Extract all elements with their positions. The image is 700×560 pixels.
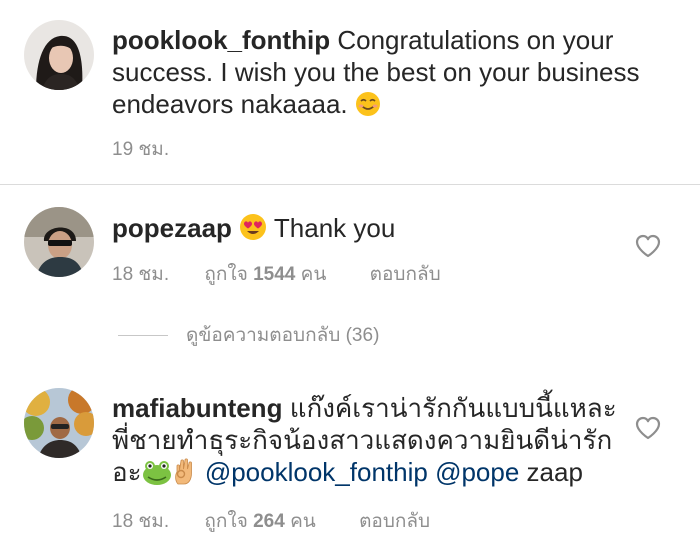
mention-link[interactable]: @pope — [435, 457, 519, 487]
avatar[interactable] — [24, 20, 94, 90]
likes-label: ถูกใจ — [204, 264, 248, 285]
divider — [0, 184, 700, 185]
smiling-face-icon — [355, 91, 381, 124]
timestamp[interactable]: 19 ชม. — [112, 134, 169, 164]
heart-eyes-icon — [239, 213, 267, 248]
comment-line-3: อะ @pooklook_fonthip @pope zaap — [112, 456, 622, 492]
comment-text: Thank you — [273, 213, 396, 243]
comment-text-prefix: อะ — [112, 457, 142, 487]
likes-label: ถูกใจ — [204, 511, 248, 532]
username[interactable]: popezaap — [112, 213, 232, 243]
comment-body: pooklook_fonthip Congratulations on your… — [112, 24, 652, 124]
comment-meta: 18 ชม. ถูกใจ 1544 คน ตอบกลับ — [112, 259, 441, 289]
heart-icon[interactable] — [635, 416, 661, 440]
likes-unit: คน — [300, 264, 327, 285]
ok-hand-icon — [172, 457, 198, 492]
username[interactable]: mafiabunteng — [112, 393, 282, 423]
likes-unit: คน — [290, 511, 316, 532]
replies-line — [118, 334, 168, 336]
comment-meta: 19 ชม. — [112, 134, 169, 164]
view-replies-label: ดูข้อความตอบกลับ (36) — [186, 325, 380, 346]
username[interactable]: pooklook_fonthip — [112, 25, 330, 55]
reply-button[interactable]: ตอบกลับ — [359, 506, 430, 536]
avatar[interactable] — [24, 207, 94, 277]
timestamp[interactable]: 18 ชม. — [112, 259, 169, 289]
comment-body: popezaap Thank you — [112, 212, 582, 248]
likes-count[interactable]: ถูกใจ 1544 คน — [204, 259, 326, 289]
timestamp[interactable]: 18 ชม. — [112, 506, 169, 536]
avatar[interactable] — [24, 388, 94, 458]
reply-button[interactable]: ตอบกลับ — [370, 259, 441, 289]
comment-body: mafiabunteng แก๊งค์เราน่ารักกันแบบนี้แหล… — [112, 392, 622, 492]
mention-link[interactable]: @pooklook_fonthip — [205, 457, 428, 487]
likes-count[interactable]: ถูกใจ 264 คน — [204, 506, 315, 536]
frog-face-icon — [142, 459, 172, 492]
comment-line-1: mafiabunteng แก๊งค์เราน่ารักกันแบบนี้แหล… — [112, 392, 622, 424]
likes-number: 264 — [253, 511, 285, 532]
comment-text-suffix: zaap — [526, 457, 583, 487]
comment-meta: 18 ชม. ถูกใจ 264 คน ตอบกลับ — [112, 506, 430, 536]
heart-icon[interactable] — [635, 234, 661, 258]
comment-text: แก๊งค์เราน่ารักกันแบบนี้แหละ — [289, 393, 617, 423]
comment-line-2: พี่ชายทำธุระกิจน้องสาวแสดงความยินดีน่ารั… — [112, 425, 613, 455]
view-replies-button[interactable]: ดูข้อความตอบกลับ (36) — [118, 320, 379, 350]
likes-number: 1544 — [253, 264, 296, 285]
